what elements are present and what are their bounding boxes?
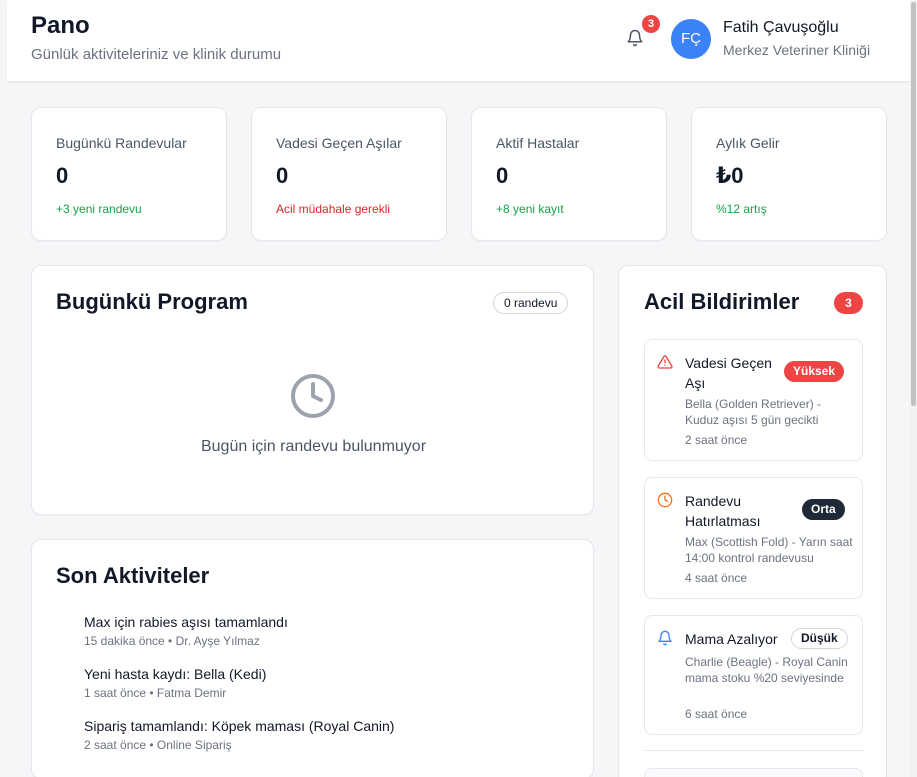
- activity-item: Sipariş tamamlandı: Köpek maması (Royal …: [84, 718, 394, 752]
- page-subtitle: Günlük aktiviteleriniz ve klinik durumu: [31, 46, 282, 63]
- user-clinic: Merkez Veteriner Kliniği: [723, 42, 871, 58]
- alert-title: Randevu Hatırlatması: [685, 493, 761, 529]
- section-title: Bugünkü Program: [56, 289, 248, 314]
- alert-title: Mama Azalıyor: [685, 631, 778, 647]
- activity-title: Sipariş tamamlandı: Köpek maması (Royal …: [84, 718, 395, 734]
- stat-value: 0: [496, 163, 509, 188]
- stat-card-overdue-vaccines: Vadesi Geçen Aşılar 0 Acil müdahale gere…: [251, 107, 447, 241]
- stat-card-active-patients: Aktif Hastalar 0 +8 yeni kayıt: [471, 107, 667, 241]
- page-title: Pano: [31, 12, 90, 39]
- scrollbar-thumb[interactable]: [911, 2, 916, 406]
- stat-value: ₺0: [716, 163, 744, 188]
- alert-description: Charlie (Beagle) - Royal Canin mama stok…: [685, 655, 848, 685]
- stat-label: Aktif Hastalar: [496, 135, 580, 151]
- divider: [644, 750, 863, 751]
- bell-icon: [658, 630, 672, 646]
- activity-meta: 2 saat önce • Online Sipariş: [84, 738, 232, 752]
- alert-card-partial: [644, 768, 863, 777]
- top-header: Pano Günlük aktiviteleriniz ve klinik du…: [7, 0, 910, 82]
- notification-bell-icon[interactable]: [626, 28, 644, 48]
- today-program-panel: Bugünkü Program 0 randevu Bugün için ran…: [31, 265, 594, 515]
- stat-note: %12 artış: [716, 202, 767, 216]
- alert-description: Bella (Golden Retriever) - Kuduz aşısı 5…: [685, 397, 822, 427]
- section-title: Acil Bildirimler: [644, 289, 800, 314]
- activity-item: Max için rabies aşısı tamamlandı 15 daki…: [84, 614, 288, 648]
- section-title: Son Aktiviteler: [56, 563, 210, 588]
- alert-time: 2 saat önce: [685, 433, 748, 447]
- stat-note: +3 yeni randevu: [56, 202, 142, 216]
- notification-count-badge: 3: [642, 15, 660, 33]
- empty-state-text: Bugün için randevu bulunmuyor: [200, 438, 427, 455]
- alert-card-food-stock[interactable]: Mama Azalıyor Düşük Charlie (Beagle) - R…: [644, 615, 863, 735]
- page-scrollbar[interactable]: [910, 0, 917, 777]
- stat-label: Aylık Gelir: [716, 135, 780, 151]
- activity-title: Yeni hasta kaydı: Bella (Kedi): [84, 666, 267, 682]
- alert-card-appointment-reminder[interactable]: Randevu Hatırlatması Orta Max (Scottish …: [644, 477, 863, 599]
- activity-meta: 15 dakika önce • Dr. Ayşe Yılmaz: [84, 634, 260, 648]
- recent-activities-panel: Son Aktiviteler Max için rabies aşısı ta…: [31, 539, 594, 777]
- stat-value: 0: [56, 163, 69, 188]
- alert-card-overdue-vaccine[interactable]: Vadesi Geçen Aşı Yüksek Bella (Golden Re…: [644, 339, 863, 461]
- alert-time: 4 saat önce: [685, 571, 748, 585]
- alert-title: Vadesi Geçen Aşı: [685, 355, 772, 391]
- warning-triangle-icon: [657, 355, 673, 369]
- user-name[interactable]: Fatih Çavuşoğlu: [723, 19, 839, 37]
- clock-icon: [657, 492, 673, 508]
- stat-note: +8 yeni kayıt: [496, 202, 564, 216]
- stat-label: Bugünkü Randevular: [56, 135, 187, 151]
- stat-card-appointments: Bugünkü Randevular 0 +3 yeni randevu: [31, 107, 227, 241]
- clock-icon: [291, 374, 335, 418]
- alert-description: Max (Scottish Fold) - Yarın saat 14:00 k…: [685, 535, 853, 565]
- stat-card-monthly-revenue: Aylık Gelir ₺0 %12 artış: [691, 107, 887, 241]
- activity-item: Yeni hasta kaydı: Bella (Kedi) 1 saat ön…: [84, 666, 266, 700]
- appointment-count-badge: 0 randevu: [493, 292, 569, 314]
- stat-value: 0: [276, 163, 289, 188]
- alert-time: 6 saat önce: [685, 707, 748, 721]
- stat-note: Acil müdahale gerekli: [276, 202, 391, 216]
- activity-meta: 1 saat önce • Fatma Demir: [84, 686, 227, 700]
- urgent-notifications-panel: Acil Bildirimler 3 Vadesi Geçen Aşı Yüks…: [618, 265, 887, 777]
- user-avatar[interactable]: FÇ: [671, 19, 711, 59]
- alert-count-badge: 3: [834, 292, 863, 314]
- severity-badge: Düşük: [791, 628, 848, 649]
- activity-title: Max için rabies aşısı tamamlandı: [84, 614, 288, 630]
- severity-badge: Orta: [802, 499, 845, 520]
- severity-badge: Yüksek: [784, 361, 845, 382]
- stat-label: Vadesi Geçen Aşılar: [276, 135, 402, 151]
